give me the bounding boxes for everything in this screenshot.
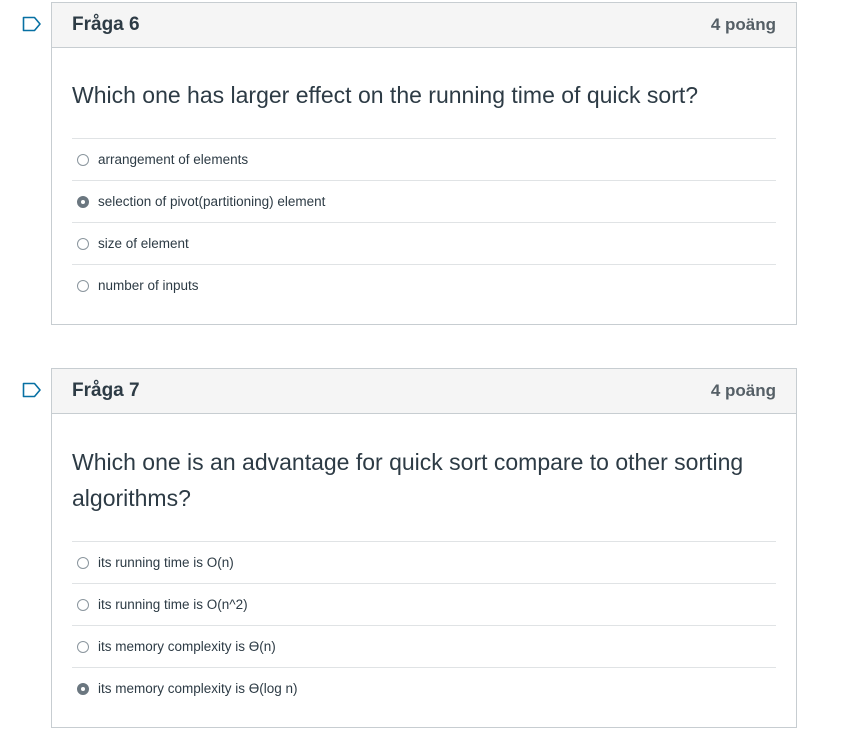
question-card: Fråga 6 4 poäng Which one has larger eff… [51, 2, 797, 325]
question-body: Which one is an advantage for quick sort… [52, 414, 796, 709]
answer-option[interactable]: its running time is O(n) [72, 542, 776, 584]
answer-option[interactable]: number of inputs [72, 265, 776, 306]
radio-button[interactable] [77, 279, 89, 292]
question-header: Fråga 7 4 poäng [52, 369, 796, 414]
answer-option[interactable]: selection of pivot(partitioning) element [72, 181, 776, 223]
radio-button[interactable] [77, 237, 89, 250]
radio-button[interactable] [77, 598, 89, 611]
radio-button[interactable] [77, 556, 89, 569]
flag-icon[interactable] [22, 16, 42, 32]
answer-label: arrangement of elements [98, 152, 249, 167]
answer-label: its memory complexity is ϴ(n) [98, 639, 276, 654]
answer-label: number of inputs [98, 278, 199, 293]
question-title: Fråga 6 [72, 14, 140, 35]
question-text: Which one has larger effect on the runni… [72, 82, 699, 108]
question-card: Fråga 7 4 poäng Which one is an advantag… [51, 368, 797, 728]
question-text: Which one is an advantage for quick sort… [72, 449, 744, 511]
answer-label: size of element [98, 236, 189, 251]
question-points: 4 poäng [710, 15, 776, 34]
radio-button[interactable] [77, 153, 89, 166]
answer-option[interactable]: arrangement of elements [72, 139, 776, 181]
radio-button-selected[interactable] [77, 195, 89, 208]
question-body: Which one has larger effect on the runni… [52, 48, 796, 306]
answer-label: its running time is O(n) [98, 555, 234, 570]
answer-option[interactable]: its memory complexity is ϴ(log n) [72, 668, 776, 709]
answer-label: selection of pivot(partitioning) element [98, 194, 326, 209]
answer-list: arrangement of elements selection of piv… [72, 138, 776, 306]
answer-label: its running time is O(n^2) [98, 597, 248, 612]
answer-option[interactable]: its running time is O(n^2) [72, 584, 776, 626]
radio-button-selected[interactable] [77, 682, 89, 695]
answer-list: its running time is O(n) its running tim… [72, 541, 776, 709]
answer-label: its memory complexity is ϴ(log n) [98, 681, 298, 696]
question-title: Fråga 7 [72, 380, 140, 401]
question-points: 4 poäng [710, 381, 776, 400]
radio-button[interactable] [77, 640, 89, 653]
question-header: Fråga 6 4 poäng [52, 3, 796, 48]
answer-option[interactable]: its memory complexity is ϴ(n) [72, 626, 776, 668]
flag-icon[interactable] [22, 382, 42, 398]
answer-option[interactable]: size of element [72, 223, 776, 265]
